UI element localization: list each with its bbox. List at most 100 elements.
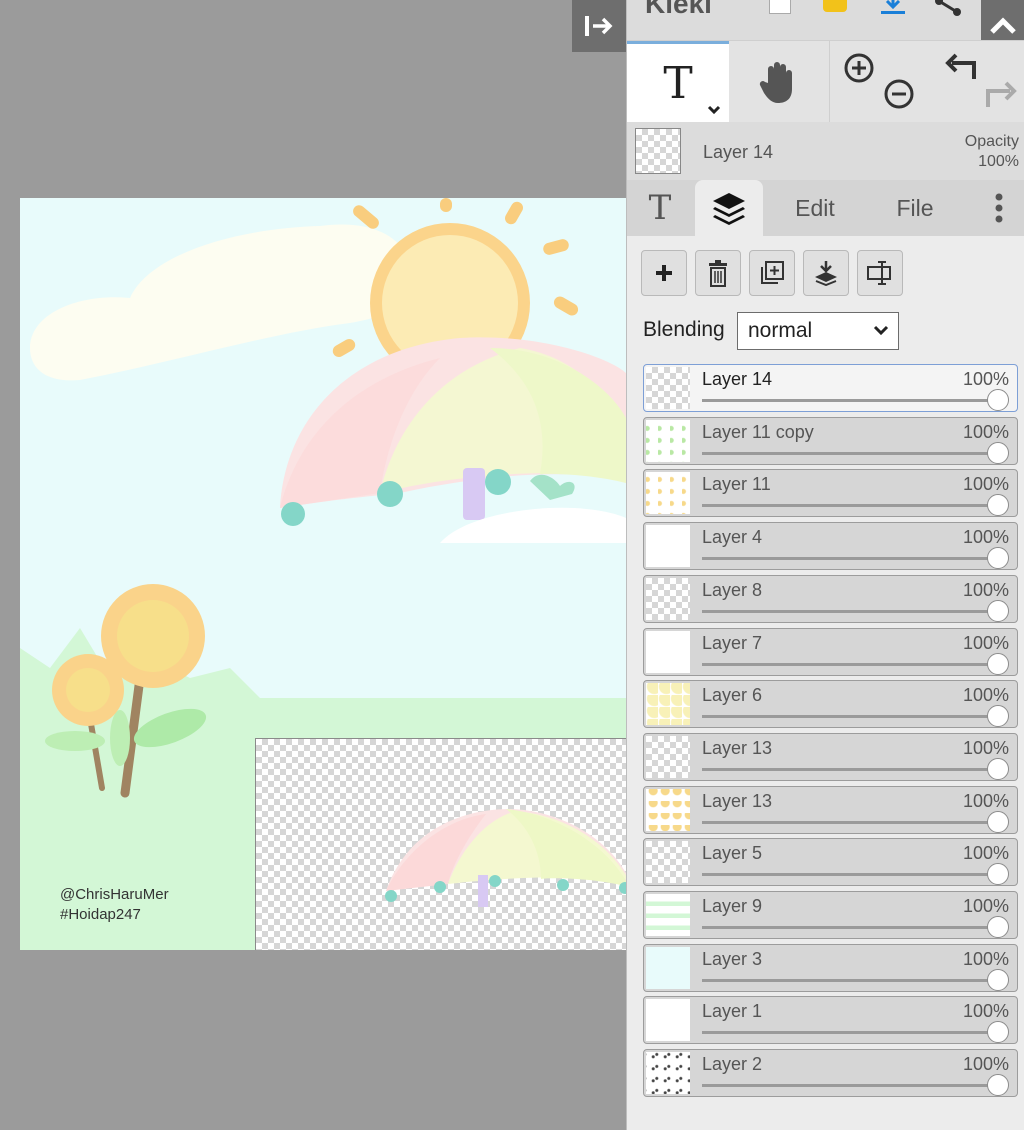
opacity-slider-handle[interactable] [987, 705, 1009, 728]
layer-name: Layer 13 [702, 737, 773, 758]
side-panel: Kleki T Layer 14 Opacity 100% T Edit Fil… [626, 0, 1024, 1130]
layer-row[interactable]: Layer 1 100% [643, 996, 1018, 1045]
opacity-slider-handle[interactable] [987, 916, 1009, 938]
opacity-slider-track[interactable] [702, 662, 999, 666]
merge-down-icon [815, 261, 837, 286]
share-icon[interactable] [933, 0, 963, 18]
layer-name: Layer 7 [702, 632, 763, 653]
more-menu-button[interactable] [973, 180, 1024, 236]
delete-layer-button[interactable] [695, 250, 741, 296]
save-icon[interactable] [879, 0, 907, 16]
opacity-slider-track[interactable] [702, 399, 999, 402]
layers-panel: Blending normal Layer 14 100% Layer 11 cop… [627, 236, 1024, 1130]
current-layer-name: Layer 14 [703, 142, 774, 162]
tool-row: T [627, 40, 1024, 124]
redo-icon[interactable] [984, 79, 1018, 111]
layer-row[interactable]: Layer 9 100% [643, 891, 1018, 939]
opacity-slider-track[interactable] [702, 609, 999, 613]
blending-label: Blending [643, 318, 725, 341]
opacity-slider-track[interactable] [702, 504, 999, 508]
opacity-value: 100% [978, 153, 1019, 170]
text-tool-glyph: T [663, 58, 693, 109]
opacity-slider-track[interactable] [702, 1084, 999, 1088]
opacity-slider-handle[interactable] [987, 1074, 1009, 1097]
layer-opacity: 100% [962, 737, 1009, 758]
current-layer-thumbnail [635, 128, 681, 174]
layer-row[interactable]: Layer 14 100% [643, 364, 1018, 412]
tab-text[interactable]: T [627, 180, 693, 236]
add-layer-button[interactable] [641, 250, 687, 296]
opacity-slider-track[interactable] [702, 767, 999, 771]
layer-row[interactable]: Layer 8 100% [643, 574, 1018, 623]
layer-row[interactable]: Layer 3 100% [643, 943, 1018, 992]
layer-opacity: 100% [962, 896, 1009, 916]
tab-edit[interactable]: Edit [767, 180, 863, 236]
layer-opacity: 100% [962, 1001, 1009, 1022]
collapse-panel-button[interactable] [572, 0, 626, 52]
history-controls [930, 41, 1024, 123]
opacity-slider-handle[interactable] [987, 389, 1009, 411]
opacity-slider-track[interactable] [702, 715, 999, 719]
import-icon[interactable] [823, 0, 847, 12]
opacity-slider-handle[interactable] [987, 599, 1009, 622]
layer-row[interactable]: Layer 13 100% [643, 732, 1018, 781]
opacity-slider-track[interactable] [702, 978, 999, 982]
layer-opacity: 100% [962, 527, 1009, 548]
opacity-slider-track[interactable] [702, 926, 999, 929]
drawing-canvas[interactable]: @ChrisHaruMer #Hoidap247 [20, 198, 626, 950]
zoom-out-icon[interactable] [882, 77, 916, 111]
opacity-slider-track[interactable] [702, 1031, 999, 1035]
hand-icon [759, 62, 792, 103]
layer-opacity: 100% [962, 843, 1009, 864]
tab-layers[interactable] [695, 180, 763, 236]
opacity-slider-handle[interactable] [987, 547, 1009, 570]
opacity-slider-handle[interactable] [987, 757, 1009, 780]
layer-row[interactable]: Layer 7 100% [643, 627, 1018, 676]
layer-row[interactable]: Layer 13 100% [643, 785, 1018, 834]
new-image-icon[interactable] [769, 0, 791, 14]
app-logo: Kleki [645, 0, 712, 20]
layer-name: Layer 14 [702, 369, 773, 389]
text-tool-button[interactable]: T [627, 41, 729, 123]
duplicate-layer-button[interactable] [749, 250, 795, 296]
opacity-slider-track[interactable] [702, 820, 999, 824]
layer-thumbnail [646, 525, 690, 568]
layers-icon [713, 193, 745, 225]
zoom-in-icon[interactable] [842, 51, 876, 85]
opacity-slider-track[interactable] [702, 557, 999, 561]
layer-row[interactable]: Layer 4 100% [643, 522, 1018, 571]
layer-opacity: 100% [962, 790, 1009, 811]
layer-name: Layer 6 [702, 685, 763, 706]
blending-select[interactable]: normal [737, 312, 899, 350]
opacity-slider-handle[interactable] [987, 863, 1009, 886]
opacity-slider-track[interactable] [702, 451, 999, 455]
chevron-down-icon[interactable] [707, 105, 721, 115]
layer-row[interactable]: Layer 11 copy 100% [643, 416, 1018, 465]
layer-row[interactable]: Layer 6 100% [643, 680, 1018, 729]
layer-preview-box [255, 738, 626, 950]
opacity-slider-handle[interactable] [987, 1021, 1009, 1044]
layer-thumbnail [646, 367, 690, 409]
opacity-slider-track[interactable] [702, 873, 999, 877]
layer-row[interactable]: Layer 5 100% [643, 838, 1018, 887]
layer-thumbnail [646, 472, 690, 515]
opacity-slider-handle[interactable] [987, 968, 1009, 991]
opacity-slider-handle[interactable] [987, 652, 1009, 675]
blending-value: normal [748, 319, 813, 342]
panel-tabs: T Edit File [627, 180, 1024, 236]
layer-thumbnail [646, 788, 690, 831]
hand-tool-button[interactable] [729, 41, 830, 123]
undo-icon[interactable] [944, 51, 978, 83]
merge-down-button[interactable] [803, 250, 849, 296]
opacity-slider-handle[interactable] [987, 494, 1009, 517]
plus-icon [656, 265, 672, 281]
tab-file[interactable]: File [867, 180, 963, 236]
layer-row[interactable]: Layer 2 100% [643, 1049, 1018, 1098]
current-layer-info[interactable]: Layer 14 Opacity 100% [627, 122, 1024, 180]
rename-icon [867, 261, 891, 285]
rename-layer-button[interactable] [857, 250, 903, 296]
opacity-slider-handle[interactable] [987, 810, 1009, 833]
opacity-slider-handle[interactable] [987, 441, 1009, 464]
layer-row[interactable]: Layer 11 100% [643, 469, 1018, 518]
umbrella-preview [385, 809, 626, 907]
